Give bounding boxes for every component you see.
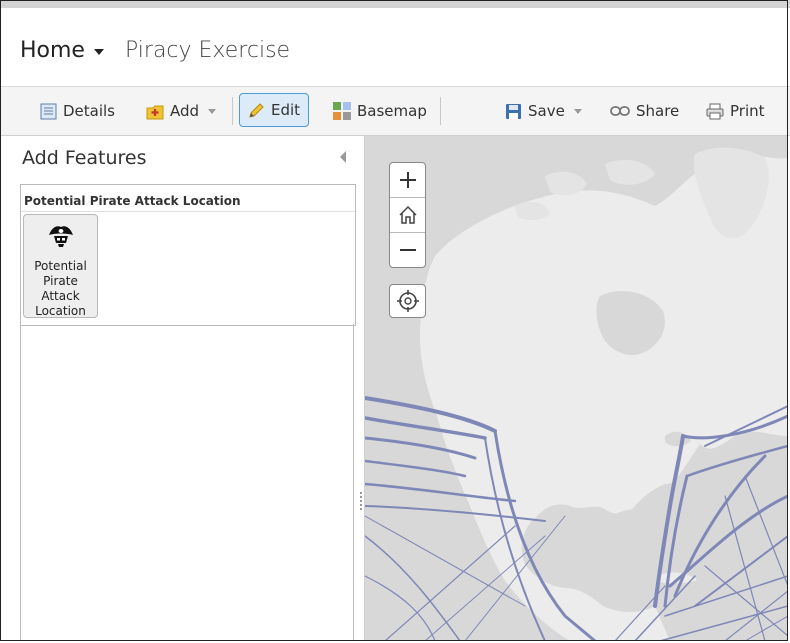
- window-frame: [0, 0, 788, 641]
